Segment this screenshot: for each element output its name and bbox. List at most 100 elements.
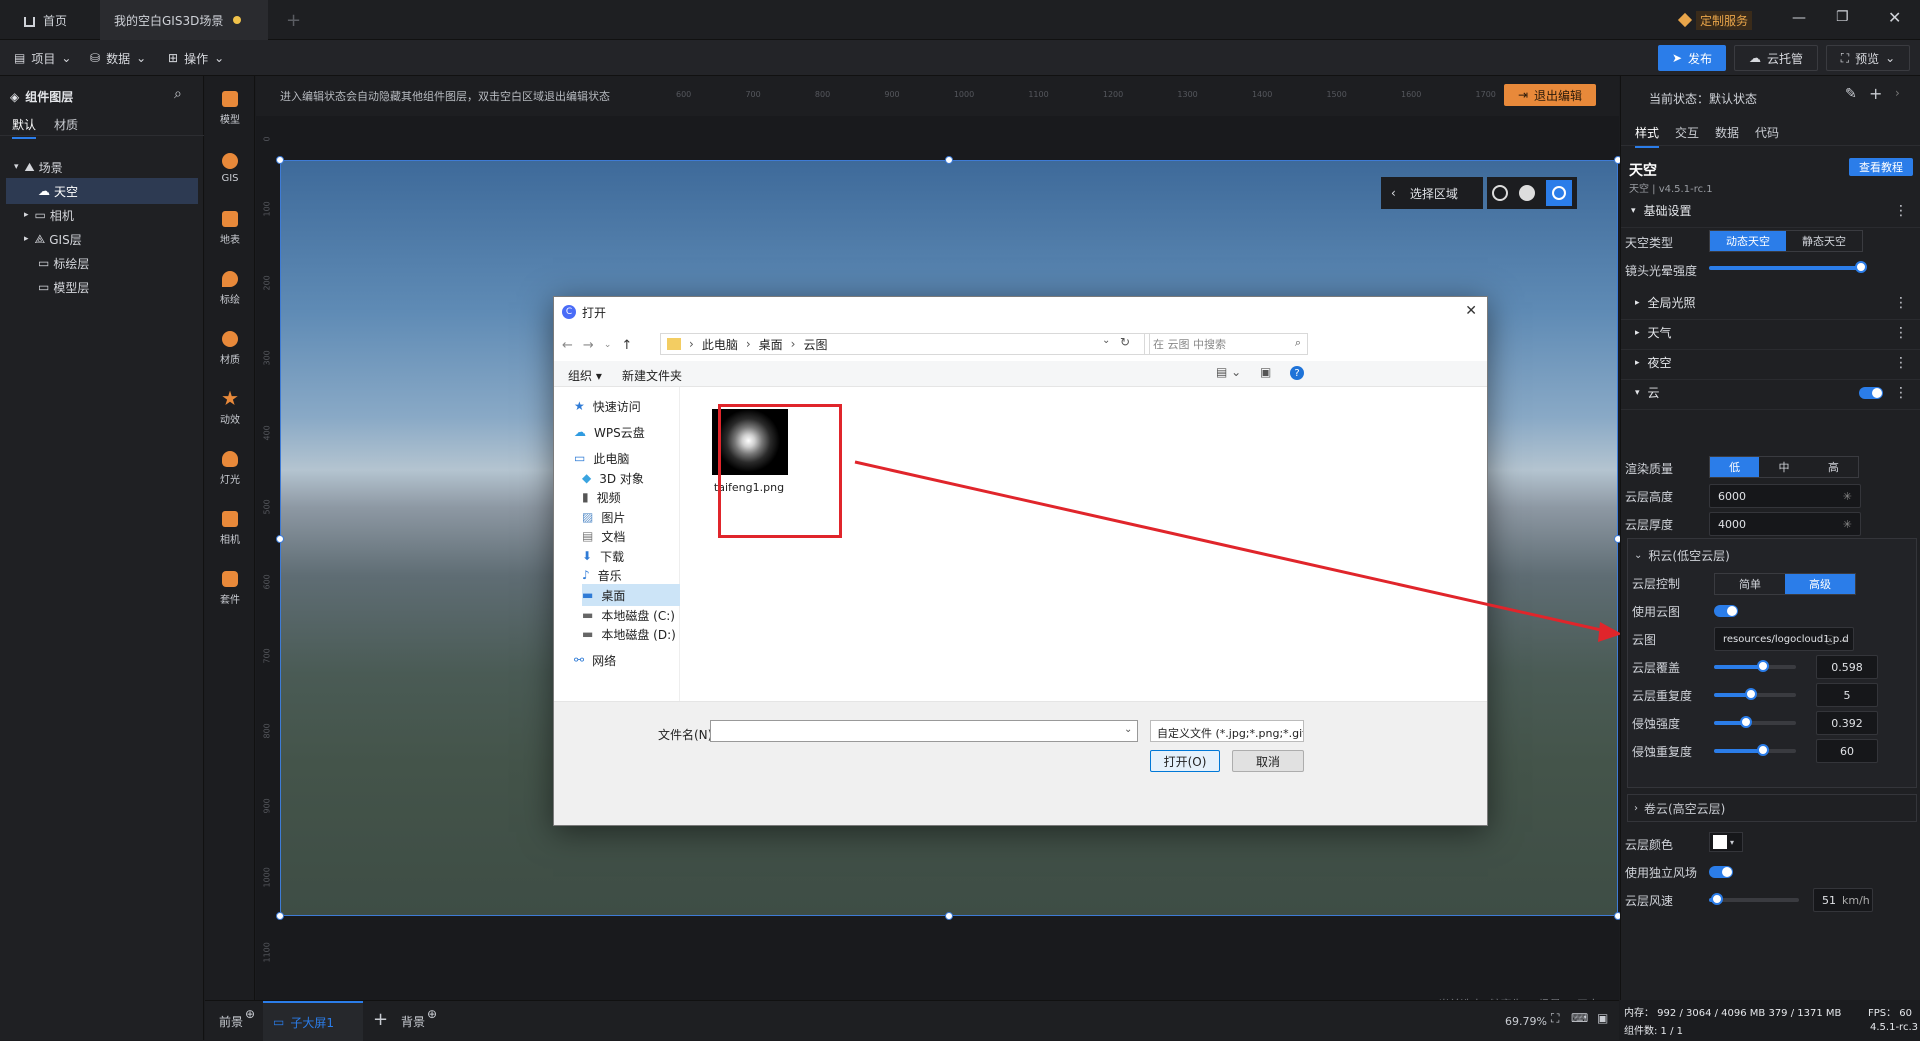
layer-control-advanced[interactable]: 高级	[1785, 574, 1855, 594]
section-cloud[interactable]: ▾ 云 ⋮	[1621, 376, 1920, 410]
globe-view-icon[interactable]	[1492, 185, 1509, 201]
chevron-down-icon[interactable]: ⌄	[1840, 634, 1848, 645]
path-desktop[interactable]: 桌面	[759, 336, 783, 353]
nav-item[interactable]: ▭ 此电脑	[574, 447, 629, 469]
nav-item[interactable]: ☁ WPS云盘	[574, 421, 645, 443]
refresh-icon[interactable]: ↻	[1120, 335, 1130, 349]
use-cloudmap-toggle[interactable]	[1714, 605, 1738, 617]
tab-code[interactable]: 代码	[1755, 124, 1779, 141]
erosion-repeat-slider[interactable]	[1714, 744, 1796, 756]
coverage-slider[interactable]	[1714, 660, 1796, 672]
edit-state-icon[interactable]: ✎	[1845, 86, 1857, 102]
orbit-view-icon[interactable]	[1545, 180, 1572, 206]
erosion-repeat-input[interactable]: 60	[1816, 739, 1878, 763]
tree-item-model[interactable]: ▭ 模型层	[0, 274, 204, 300]
add-circle-icon[interactable]: ⊕	[427, 1007, 437, 1021]
forward-arrow-icon[interactable]: →	[583, 338, 594, 353]
open-button[interactable]: 打开(O)	[1150, 750, 1220, 772]
tool-terrain[interactable]: 地表	[205, 198, 255, 258]
nav-item[interactable]: ▤ 文档	[582, 525, 625, 547]
zoom-level[interactable]: 69.79%	[1505, 1015, 1547, 1028]
minimize-icon[interactable]: —	[1792, 10, 1806, 26]
section-weather[interactable]: ▸ 天气 ⋮	[1621, 316, 1920, 350]
more-icon[interactable]: ⋮	[1894, 203, 1908, 219]
tree-item-plot[interactable]: ▭ 标绘层	[0, 250, 204, 276]
background-tab[interactable]: 背景	[401, 1001, 425, 1041]
quality-high[interactable]: 高	[1809, 457, 1858, 477]
sphere-view-icon[interactable]	[1518, 185, 1535, 201]
publish-button[interactable]: ➤ 发布	[1658, 45, 1726, 71]
close-icon[interactable]: ✕	[1888, 8, 1901, 27]
tool-effect[interactable]: 动效	[205, 378, 255, 438]
sky-type-static[interactable]: 静态天空	[1786, 231, 1862, 251]
recent-chevron-icon[interactable]: ⌄	[604, 340, 612, 350]
keyboard-icon[interactable]: ⌨	[1571, 1011, 1588, 1025]
more-icon[interactable]: ⋮	[1894, 295, 1908, 311]
menu-data[interactable]: ⛁ 数据 ⌄	[90, 48, 146, 68]
tree-item-scene[interactable]: ▾ ⛰ 场景	[0, 154, 204, 180]
section-night-sky[interactable]: ▸ 夜空 ⋮	[1621, 346, 1920, 380]
tool-kit[interactable]: 套件	[205, 558, 255, 618]
section-global-illumination[interactable]: ▸ 全局光照 ⋮	[1621, 286, 1920, 320]
new-folder-button[interactable]: 新建文件夹	[622, 367, 682, 384]
tab-data[interactable]: 数据	[1715, 124, 1739, 141]
preview-pane-icon[interactable]: ▣	[1260, 365, 1271, 379]
sky-type-dynamic[interactable]: 动态天空	[1710, 231, 1786, 251]
independent-wind-toggle[interactable]	[1709, 866, 1733, 878]
tool-material[interactable]: 材质	[205, 318, 255, 378]
wind-speed-input[interactable]: 51 km/h	[1813, 888, 1873, 912]
sub-screen-tab[interactable]: ▭ 子大屏1	[263, 1001, 363, 1041]
tool-model[interactable]: 模型	[205, 78, 255, 138]
nav-item[interactable]: ♪ 音乐	[582, 564, 622, 586]
filename-input[interactable]	[710, 720, 1138, 742]
more-icon[interactable]: ⋮	[1894, 355, 1908, 371]
nav-item[interactable]: ▮ 视频	[582, 486, 621, 508]
terminal-icon[interactable]: ▣	[1597, 1011, 1608, 1025]
address-bar[interactable]: › 此电脑 › 桌面 › 云图	[660, 333, 1150, 355]
tab-material[interactable]: 材质	[54, 116, 78, 133]
more-icon[interactable]: ⋮	[1894, 325, 1908, 341]
wind-speed-slider[interactable]	[1709, 893, 1799, 905]
resize-handle[interactable]	[276, 912, 284, 920]
tab-interaction[interactable]: 交互	[1675, 124, 1699, 141]
exit-edit-button[interactable]: ⇥ 退出编辑	[1504, 84, 1596, 106]
search-icon[interactable]: ⌕	[174, 86, 182, 102]
back-arrow-icon[interactable]: ←	[562, 338, 573, 353]
dialog-close-icon[interactable]: ✕	[1465, 303, 1477, 319]
erosion-slider[interactable]	[1714, 716, 1796, 728]
resize-handle[interactable]	[276, 535, 284, 543]
nav-item[interactable]: ★ 快速访问	[574, 395, 641, 417]
cloud-host-button[interactable]: ☁ 云托管	[1734, 45, 1818, 71]
maximize-icon[interactable]: ❐	[1836, 9, 1849, 25]
quality-medium[interactable]: 中	[1759, 457, 1808, 477]
fit-screen-icon[interactable]: ⛶	[1551, 1011, 1559, 1026]
path-this-pc[interactable]: 此电脑	[702, 336, 738, 353]
tab-default[interactable]: 默认	[12, 116, 37, 139]
menu-project[interactable]: ▤ 项目 ⌄	[14, 48, 71, 68]
cumulus-header[interactable]: ⌄ 积云(低空云层)	[1634, 547, 1730, 564]
tab-home[interactable]: 首页	[10, 0, 81, 40]
view-options-icon[interactable]: ▤ ⌄	[1216, 365, 1241, 379]
add-screen-icon[interactable]: +	[373, 1009, 388, 1030]
resize-handle[interactable]	[276, 156, 284, 164]
quality-low[interactable]: 低	[1710, 457, 1760, 477]
menu-operate[interactable]: ⊞ 操作 ⌄	[168, 48, 224, 68]
tab-scene[interactable]: 我的空白GIS3D场景	[100, 0, 268, 40]
filename-dropdown-icon[interactable]: ⌄	[1124, 724, 1132, 735]
filetype-select[interactable]: 自定义文件 (*.jpg;*.png;*.gif;*	[1150, 720, 1304, 742]
resize-handle[interactable]	[945, 156, 953, 164]
cloud-height-input[interactable]: 6000 ✳	[1709, 484, 1861, 508]
coverage-input[interactable]: 0.598	[1816, 655, 1878, 679]
preview-button[interactable]: ⛶ 预览 ⌄	[1826, 45, 1910, 71]
cloudmap-select[interactable]: resources/logocloud1.p.d ⓧ ⌄	[1714, 627, 1854, 651]
tool-plot[interactable]: 标绘	[205, 258, 255, 318]
custom-service-button[interactable]: 定制服务	[1677, 10, 1753, 30]
tool-light[interactable]: 灯光	[205, 438, 255, 498]
lens-flare-slider[interactable]	[1709, 261, 1867, 273]
tree-item-gis[interactable]: ▸ ⟁ GIS层	[0, 226, 204, 252]
help-tutorial-button[interactable]: 查看教程	[1849, 158, 1913, 176]
add-circle-icon[interactable]: ⊕	[245, 1007, 255, 1021]
cancel-button[interactable]: 取消	[1232, 750, 1304, 772]
chevron-right-icon[interactable]: ›	[1895, 86, 1900, 100]
section-basic-settings[interactable]: ▾ 基础设置 ⋮	[1621, 194, 1920, 228]
